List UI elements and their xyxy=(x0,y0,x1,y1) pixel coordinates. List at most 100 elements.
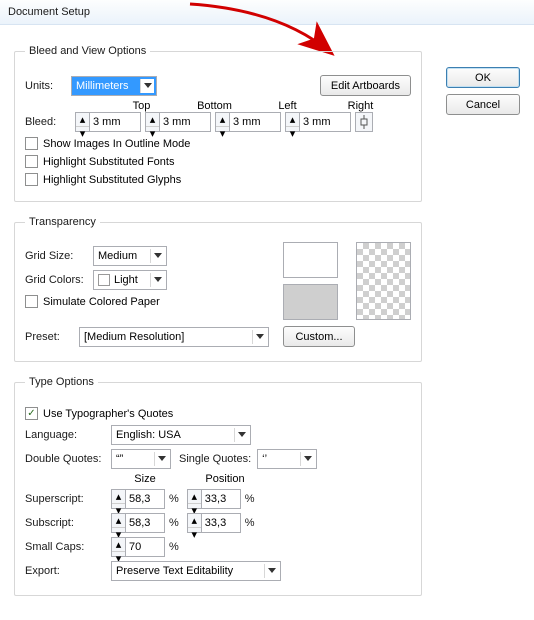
superscript-size-stepper[interactable]: ▴▾ xyxy=(111,489,165,509)
checkbox-label: Highlight Substituted Glyphs xyxy=(43,174,181,186)
up-icon[interactable]: ▴ xyxy=(286,113,299,127)
checkbox-icon xyxy=(25,155,38,168)
bleed-bottom-stepper[interactable]: ▴▾ xyxy=(145,112,211,132)
preset-label: Preset: xyxy=(25,331,73,343)
superscript-label: Superscript: xyxy=(25,493,105,505)
superscript-pos-input[interactable] xyxy=(201,489,241,509)
swatch-bottom[interactable] xyxy=(283,284,338,320)
single-quotes-select[interactable]: ‘’ xyxy=(257,449,317,469)
up-icon[interactable]: ▴ xyxy=(216,113,229,127)
units-value: Millimeters xyxy=(76,80,129,92)
bleed-top-stepper[interactable]: ▴▾ xyxy=(75,112,141,132)
color-swatch-icon xyxy=(98,274,110,286)
down-icon[interactable]: ▾ xyxy=(216,127,229,140)
transparency-legend: Transparency xyxy=(25,216,100,228)
link-icon[interactable] xyxy=(355,112,373,132)
simulate-paper-checkbox[interactable]: Simulate Colored Paper xyxy=(25,295,265,308)
export-label: Export: xyxy=(25,565,105,577)
superscript-size-input[interactable] xyxy=(125,489,165,509)
subscript-pos-input[interactable] xyxy=(201,513,241,533)
bleed-headers: Top Bottom Left Right xyxy=(105,100,411,112)
percent-label: % xyxy=(169,517,179,529)
checkbox-icon xyxy=(25,295,38,308)
highlight-fonts-checkbox[interactable]: Highlight Substituted Fonts xyxy=(25,155,411,168)
checkbox-label: Show Images In Outline Mode xyxy=(43,138,190,150)
grid-colors-label: Grid Colors: xyxy=(25,274,87,286)
chevron-down-icon xyxy=(234,428,248,442)
chevron-down-icon xyxy=(150,273,164,287)
type-options-group: Type Options Use Typographer's Quotes La… xyxy=(14,376,422,596)
chevron-down-icon xyxy=(264,564,278,578)
subscript-size-stepper[interactable]: ▴▾ xyxy=(111,513,165,533)
export-select[interactable]: Preserve Text Editability xyxy=(111,561,281,581)
language-label: Language: xyxy=(25,429,105,441)
dq-value: “” xyxy=(116,453,123,465)
ok-button[interactable]: OK xyxy=(446,67,520,88)
single-quotes-label: Single Quotes: xyxy=(179,453,251,465)
header-top: Top xyxy=(105,100,178,112)
double-quotes-select[interactable]: “” xyxy=(111,449,171,469)
up-icon[interactable]: ▴ xyxy=(146,113,159,127)
bleed-left-stepper[interactable]: ▴▾ xyxy=(215,112,281,132)
header-left: Left xyxy=(251,100,324,112)
chevron-down-icon xyxy=(154,452,168,466)
bleed-top-input[interactable] xyxy=(89,112,141,132)
header-right: Right xyxy=(324,100,397,112)
down-icon[interactable]: ▾ xyxy=(286,127,299,140)
preset-select[interactable]: [Medium Resolution] xyxy=(79,327,269,347)
chevron-down-icon xyxy=(252,330,266,344)
sq-value: ‘’ xyxy=(262,453,267,465)
percent-label: % xyxy=(245,517,255,529)
units-label: Units: xyxy=(25,80,65,92)
double-quotes-label: Double Quotes: xyxy=(25,453,105,465)
bleed-label: Bleed: xyxy=(25,116,65,128)
up-icon[interactable]: ▴ xyxy=(76,113,89,127)
highlight-glyphs-checkbox[interactable]: Highlight Substituted Glyphs xyxy=(25,173,411,186)
transparency-group: Transparency Grid Size: Medium Grid Colo… xyxy=(14,216,422,362)
checkbox-label: Use Typographer's Quotes xyxy=(43,408,173,420)
bleed-bottom-input[interactable] xyxy=(159,112,211,132)
bleed-left-input[interactable] xyxy=(229,112,281,132)
preset-value: [Medium Resolution] xyxy=(84,331,184,343)
grid-size-value: Medium xyxy=(98,250,137,262)
language-select[interactable]: English: USA xyxy=(111,425,251,445)
export-value: Preserve Text Editability xyxy=(116,565,233,577)
size-header: Size xyxy=(105,473,185,485)
checkbox-icon xyxy=(25,407,38,420)
typographers-quotes-checkbox[interactable]: Use Typographer's Quotes xyxy=(25,407,411,420)
chevron-down-icon xyxy=(140,79,154,93)
checkbox-icon xyxy=(25,173,38,186)
percent-label: % xyxy=(169,493,179,505)
small-caps-stepper[interactable]: ▴▾ xyxy=(111,537,165,557)
bleed-legend: Bleed and View Options xyxy=(25,45,150,57)
subscript-size-input[interactable] xyxy=(125,513,165,533)
checkbox-label: Highlight Substituted Fonts xyxy=(43,156,174,168)
swatch-top[interactable] xyxy=(283,242,338,278)
type-legend: Type Options xyxy=(25,376,98,388)
chevron-down-icon xyxy=(150,249,164,263)
grid-colors-value: Light xyxy=(114,274,138,286)
grid-size-label: Grid Size: xyxy=(25,250,87,262)
bleed-view-group: Bleed and View Options Units: Millimeter… xyxy=(14,45,422,202)
grid-size-select[interactable]: Medium xyxy=(93,246,167,266)
small-caps-input[interactable] xyxy=(125,537,165,557)
checkbox-icon xyxy=(25,137,38,150)
checkbox-label: Simulate Colored Paper xyxy=(43,296,160,308)
percent-label: % xyxy=(245,493,255,505)
header-bottom: Bottom xyxy=(178,100,251,112)
cancel-button[interactable]: Cancel xyxy=(446,94,520,115)
subscript-pos-stepper[interactable]: ▴▾ xyxy=(187,513,241,533)
chevron-down-icon xyxy=(300,452,314,466)
small-caps-label: Small Caps: xyxy=(25,541,105,553)
bleed-right-stepper[interactable]: ▴▾ xyxy=(285,112,351,132)
edit-artboards-button[interactable]: Edit Artboards xyxy=(320,75,411,96)
dialog-title: Document Setup xyxy=(0,0,534,25)
subscript-label: Subscript: xyxy=(25,517,105,529)
bleed-right-input[interactable] xyxy=(299,112,351,132)
percent-label: % xyxy=(169,541,179,553)
units-select[interactable]: Millimeters xyxy=(71,76,157,96)
custom-button[interactable]: Custom... xyxy=(283,326,355,347)
grid-colors-select[interactable]: Light xyxy=(93,270,167,290)
position-header: Position xyxy=(185,473,265,485)
superscript-pos-stepper[interactable]: ▴▾ xyxy=(187,489,241,509)
